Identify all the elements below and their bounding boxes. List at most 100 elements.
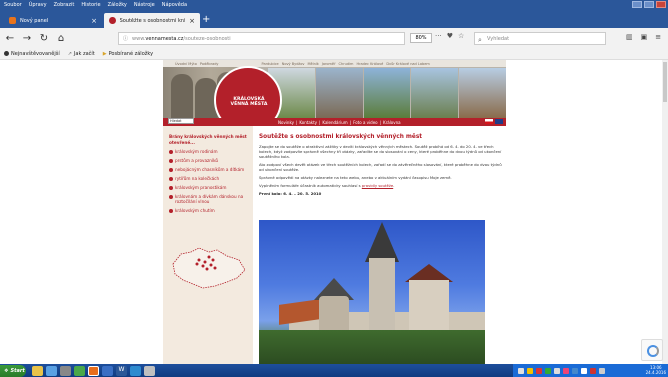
map-town-dot[interactable] <box>197 258 201 262</box>
tray-icon[interactable] <box>590 367 596 374</box>
left-item-label: prstům a provazníků <box>175 158 219 163</box>
rules-link[interactable]: pravidly soutěže <box>362 183 393 188</box>
more-icon[interactable]: ··· <box>435 32 442 40</box>
sidebar-icon[interactable]: ▣ <box>641 33 648 41</box>
left-item[interactable]: rytířům na kolečkách <box>163 174 253 183</box>
scrollbar-thumb[interactable] <box>663 62 667 102</box>
windows-icon: ❖ <box>4 367 9 374</box>
tray-icon[interactable] <box>536 367 542 374</box>
forward-icon[interactable]: → <box>20 33 34 44</box>
home-icon[interactable]: ⌂ <box>54 33 68 44</box>
map-town-dot[interactable] <box>195 262 199 266</box>
left-item[interactable]: nebojácným chasníkům a dítkám <box>163 165 253 174</box>
app-icon[interactable] <box>102 365 113 376</box>
tab-souteze[interactable]: Soutěžte s osobnostmi královských v... × <box>104 13 200 28</box>
media-icon[interactable] <box>60 365 71 376</box>
tray-icon[interactable] <box>563 367 569 374</box>
map-town-dot[interactable] <box>213 266 217 270</box>
town-link[interactable]: Pardubice <box>262 62 279 66</box>
word-icon[interactable]: W <box>116 365 127 376</box>
star-icon[interactable]: ☆ <box>458 32 464 40</box>
address-bar[interactable]: ⓘ www. vennamesta.cz/souteze-osobnosti <box>118 32 405 45</box>
nav-kontakty[interactable]: Kontakty <box>299 120 317 125</box>
menu-tools[interactable]: Nástroje <box>134 0 155 10</box>
volume-icon[interactable] <box>599 367 605 374</box>
menu-bookmarks[interactable]: Záložky <box>108 0 127 10</box>
left-item[interactable]: prstům a provazníků <box>163 156 253 165</box>
bookmark-getting-started[interactable]: ↗ Jak začít <box>68 51 95 57</box>
tray-icon[interactable] <box>518 367 524 374</box>
page-title: Soutěžte s osobnostmi královských věnnýc… <box>259 134 423 140</box>
map-town-dot[interactable] <box>205 267 209 271</box>
menu-view[interactable]: Zobrazit <box>54 0 75 10</box>
close-window-button[interactable] <box>656 1 666 8</box>
page-scrollbar[interactable] <box>662 60 668 364</box>
nav-kralovna[interactable]: Královna <box>383 120 401 125</box>
town-link[interactable]: Hradec Králové <box>356 62 383 66</box>
map-town-dot[interactable] <box>201 264 205 268</box>
menu-icon[interactable]: ≡ <box>655 33 661 41</box>
bullet-icon <box>169 185 173 190</box>
new-tab-icon[interactable]: + <box>202 14 210 25</box>
left-item[interactable]: královským chutím <box>163 206 253 215</box>
clock[interactable]: 13:06 24.4.2016 <box>646 365 666 375</box>
ie-icon[interactable] <box>46 365 57 376</box>
czech-flag-icon[interactable] <box>485 119 493 124</box>
tab-new[interactable]: Nový panel × <box>4 13 102 28</box>
nav-kalendarium[interactable]: Kalendárium <box>322 120 347 125</box>
menu-history[interactable]: Historie <box>81 0 100 10</box>
town-link[interactable]: Úvodní Mýto <box>175 62 197 66</box>
bookmark-collected[interactable]: ▶ Posbírané záložky <box>103 51 153 57</box>
menu-help[interactable]: Nápověda <box>162 0 187 10</box>
map-town-dot[interactable] <box>209 263 213 267</box>
nav-foto-video[interactable]: Foto a video <box>353 120 378 125</box>
firefox-taskbar-icon[interactable] <box>88 365 99 376</box>
tray-icon[interactable] <box>581 367 587 374</box>
close-tab-icon[interactable]: × <box>189 17 195 25</box>
back-icon[interactable]: ← <box>3 33 17 44</box>
town-link[interactable]: Poděbrady <box>200 62 219 66</box>
maximize-button[interactable] <box>644 1 654 8</box>
uk-flag-icon[interactable] <box>495 119 503 124</box>
town-link[interactable]: Nový Bydžov <box>282 62 305 66</box>
library-icon[interactable]: ▥ <box>626 33 633 41</box>
close-tab-icon[interactable]: × <box>91 17 97 25</box>
town-link[interactable]: Dvůr Králové nad Labem <box>386 62 429 66</box>
nav-novinky[interactable]: Novinky <box>278 120 294 125</box>
town-photo <box>363 68 411 118</box>
left-item[interactable]: královnám a dívkám dánskou na roztočílán… <box>163 192 253 206</box>
paint-icon[interactable] <box>74 365 85 376</box>
left-item[interactable]: královským rodinám <box>163 147 253 156</box>
town-link[interactable]: Mělník <box>307 62 318 66</box>
czech-map[interactable] <box>169 244 247 294</box>
tray-icon[interactable] <box>545 367 551 374</box>
recaptcha-badge[interactable] <box>641 339 663 361</box>
app-icon[interactable] <box>144 365 155 376</box>
site-logo[interactable] <box>214 66 282 126</box>
menu-file[interactable]: Soubor <box>4 0 22 10</box>
tray-icon[interactable] <box>527 367 533 374</box>
pocket-icon[interactable]: ♥ <box>447 32 453 40</box>
map-town-dot[interactable] <box>203 260 207 264</box>
left-item[interactable]: královským pranostikám <box>163 183 253 192</box>
minimize-button[interactable] <box>632 1 642 8</box>
tab-bar: Nový panel × Soutěžte s osobnostmi králo… <box>0 10 668 28</box>
start-button[interactable]: ❖ Start <box>0 364 26 377</box>
first-round-dates: První kolo: 6. 4. – 20. 5. 2010 <box>259 191 322 196</box>
site-search-input[interactable]: Hledat <box>168 118 194 124</box>
map-town-dot[interactable] <box>207 255 211 259</box>
outlook-icon[interactable] <box>130 365 141 376</box>
taskbar-apps: W <box>32 365 155 376</box>
tray-icon[interactable] <box>572 367 578 374</box>
reload-icon[interactable]: ↻ <box>37 33 51 44</box>
menu-edit[interactable]: Úpravy <box>29 0 47 10</box>
explorer-icon[interactable] <box>32 365 43 376</box>
town-link[interactable]: Chrudim <box>339 62 354 66</box>
tray-icon[interactable] <box>554 367 560 374</box>
clock-date: 24.4.2016 <box>645 370 666 375</box>
zoom-level[interactable]: 80% <box>410 33 432 43</box>
search-input[interactable]: ⌕ Vyhledat <box>474 32 606 45</box>
bookmark-most-visited[interactable]: Nejnavštěvovanější <box>4 51 60 57</box>
map-town-dot[interactable] <box>211 258 215 262</box>
town-link[interactable]: Jaroměř <box>322 62 336 66</box>
